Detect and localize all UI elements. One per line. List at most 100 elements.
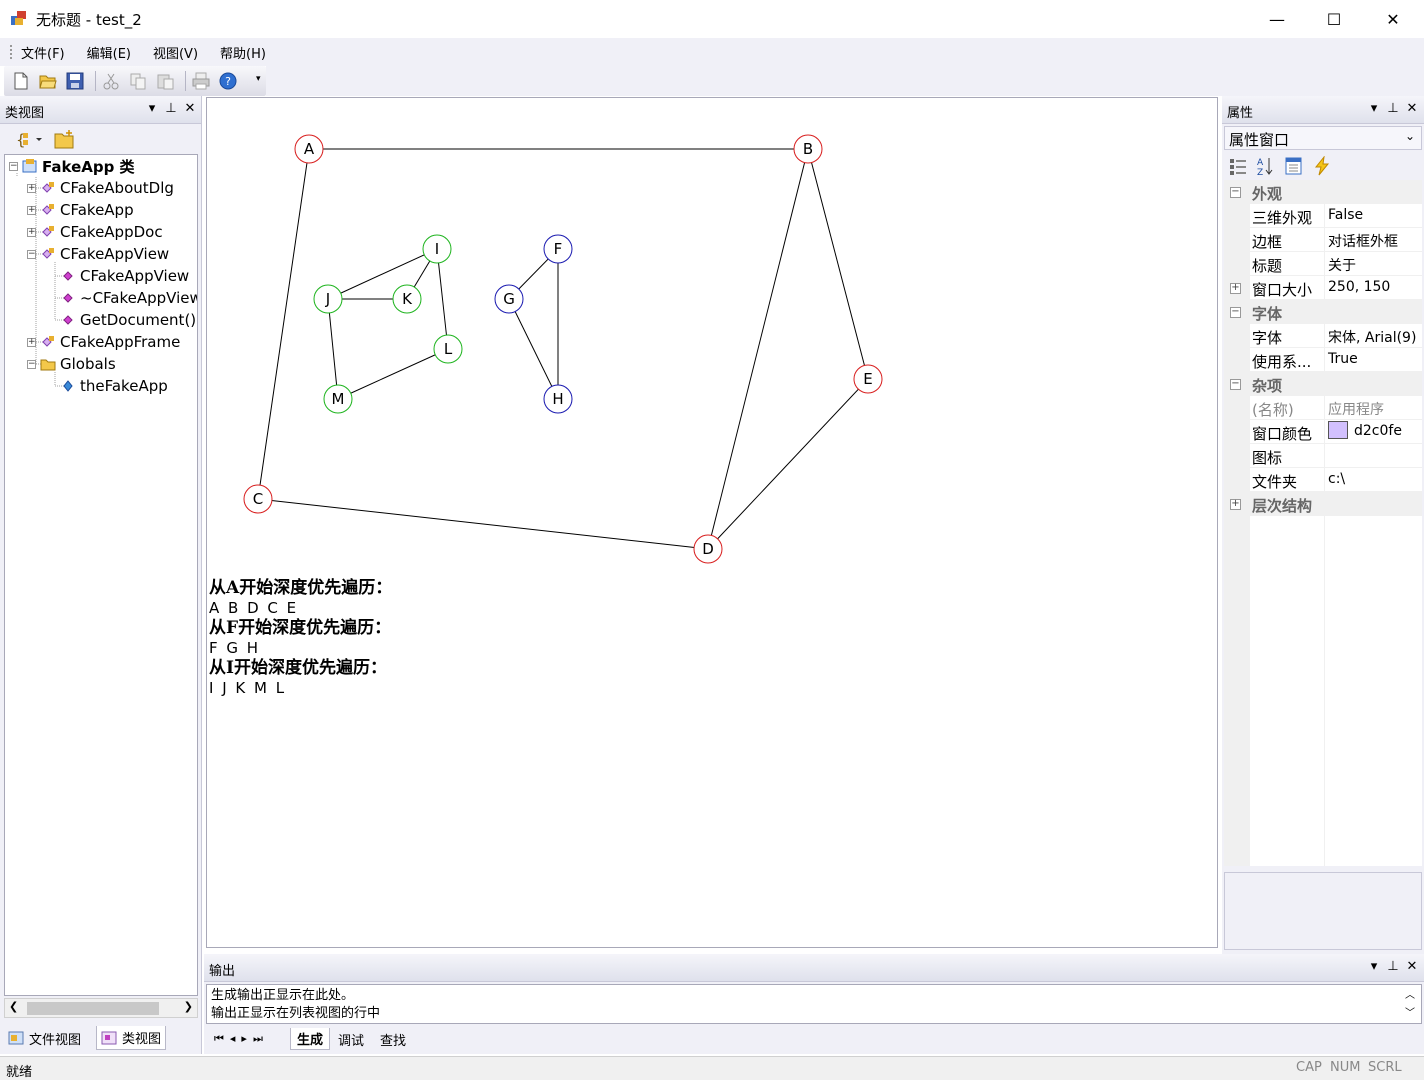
tree-item-label: CFakeAppDoc	[60, 223, 163, 241]
expand-icon[interactable]: +	[1230, 283, 1241, 294]
scroll-up-icon[interactable]: ︿	[1405, 987, 1415, 1005]
property-value[interactable]: 宋体, Arial(9)	[1328, 327, 1416, 347]
collapse-icon[interactable]: −	[1230, 187, 1241, 198]
property-row[interactable]: 文件夹 c:\	[1224, 468, 1422, 492]
tree-item[interactable]: − FakeApp 类	[9, 155, 135, 177]
tree-item[interactable]: + CFakeApp	[27, 199, 134, 221]
print-button[interactable]	[190, 70, 212, 92]
output-text[interactable]: 生成输出正显示在此处。 输出正显示在列表视图的行中 ︿ ﹀	[206, 984, 1422, 1024]
property-row[interactable]: 三维外观 False	[1224, 204, 1422, 228]
tree-item[interactable]: ~CFakeAppView	[47, 287, 197, 309]
output-title: 输出	[209, 964, 236, 979]
toolbar-overflow-icon[interactable]: ▾	[256, 74, 264, 88]
categorized-icon[interactable]	[1228, 156, 1248, 176]
tree-item[interactable]: theFakeApp	[47, 375, 168, 397]
property-category[interactable]: − 字体	[1224, 300, 1422, 324]
collapse-icon[interactable]: −	[1230, 379, 1241, 390]
collapse-icon[interactable]: −	[1230, 307, 1241, 318]
property-row[interactable]: 字体 宋体, Arial(9)	[1224, 324, 1422, 348]
tab-find[interactable]: 查找	[374, 1028, 412, 1050]
property-row[interactable]: 边框 对话框外框	[1224, 228, 1422, 252]
expand-icon[interactable]: +	[1230, 499, 1241, 510]
property-category[interactable]: + 层次结构	[1224, 492, 1422, 516]
document-view[interactable]: A B C D E F G H I J K L M 从A开始深度优先遍历： A B D C E 从F开始深度…	[206, 97, 1218, 948]
close-button[interactable]: ✕	[1364, 0, 1422, 38]
property-value[interactable]: 应用程序	[1328, 399, 1384, 419]
pane-close-icon[interactable]: ✕	[1404, 959, 1420, 974]
save-button[interactable]	[64, 70, 86, 92]
pane-menu-icon[interactable]: ▾	[1366, 959, 1382, 974]
property-category[interactable]: − 杂项	[1224, 372, 1422, 396]
collapse-icon[interactable]: −	[9, 161, 18, 171]
tree-item-label: CFakeAppFrame	[60, 333, 181, 351]
minimize-icon: —	[1269, 9, 1285, 29]
expand-icon[interactable]: +	[27, 227, 36, 237]
scroll-down-icon[interactable]: ﹀	[1405, 1005, 1415, 1023]
property-category[interactable]: − 外观	[1224, 180, 1422, 204]
collapse-icon[interactable]: −	[27, 249, 36, 259]
scroll-left-icon[interactable]: ❮	[9, 1000, 18, 1013]
property-value[interactable]: d2c0fe	[1328, 421, 1402, 439]
property-row[interactable]: 窗口颜色 d2c0fe	[1224, 420, 1422, 444]
maximize-button[interactable]: ☐	[1305, 0, 1363, 38]
open-folder-icon	[39, 75, 57, 89]
sort-icon[interactable]: {	[14, 130, 44, 148]
pane-close-icon[interactable]: ✕	[182, 101, 198, 116]
property-value[interactable]: False	[1328, 207, 1363, 223]
tab-file-view[interactable]: 文件视图	[4, 1026, 85, 1050]
menu-edit[interactable]: 编辑(E)	[83, 41, 135, 64]
property-value[interactable]: c:\	[1328, 471, 1345, 487]
pin-icon[interactable]: ⊥	[1385, 959, 1401, 974]
minimize-button[interactable]: —	[1248, 0, 1306, 38]
collapse-icon[interactable]: −	[27, 359, 36, 369]
pane-close-icon[interactable]: ✕	[1404, 101, 1420, 116]
property-name: 层次结构	[1252, 497, 1313, 515]
menu-help[interactable]: 帮助(H)	[216, 41, 270, 64]
property-value[interactable]: True	[1328, 351, 1358, 367]
new-file-button[interactable]	[10, 70, 32, 92]
events-icon[interactable]	[1312, 156, 1332, 176]
property-pages-icon[interactable]	[1284, 156, 1304, 176]
pane-menu-icon[interactable]: ▾	[1366, 101, 1382, 116]
tree-item[interactable]: + CFakeAppDoc	[27, 221, 163, 243]
menu-view[interactable]: 视图(V)	[149, 41, 202, 64]
property-value[interactable]: 250, 150	[1328, 279, 1390, 295]
tree-item[interactable]: + CFakeAppFrame	[27, 331, 180, 353]
property-row[interactable]: 使用系... True	[1224, 348, 1422, 372]
copy-button[interactable]	[127, 70, 149, 92]
tree-item[interactable]: − Globals	[27, 353, 116, 375]
expand-icon[interactable]: +	[27, 205, 36, 215]
property-value-text: 250, 150	[1328, 279, 1391, 295]
new-folder-icon[interactable]	[54, 129, 76, 149]
tab-build[interactable]: 生成	[290, 1028, 331, 1050]
tab-debug[interactable]: 调试	[332, 1028, 370, 1050]
property-row[interactable]: 标题 关于	[1224, 252, 1422, 276]
pane-menu-icon[interactable]: ▾	[144, 101, 160, 116]
open-button[interactable]	[37, 70, 59, 92]
tree-item[interactable]: − CFakeAppView	[27, 243, 169, 265]
property-row[interactable]: 图标	[1224, 444, 1422, 468]
paste-button[interactable]	[154, 70, 176, 92]
horizontal-scrollbar[interactable]: ❮ ❯	[4, 998, 198, 1018]
property-row[interactable]: + 窗口大小 250, 150	[1224, 276, 1422, 300]
property-value[interactable]: 关于	[1328, 255, 1356, 275]
tab-nav-icons[interactable]: ⏮◂▸⏭	[208, 1028, 275, 1050]
tree-item[interactable]: GetDocument()	[47, 309, 196, 331]
menu-file[interactable]: 文件(F)	[17, 41, 69, 64]
alphabetical-icon[interactable]: AZ	[1256, 156, 1276, 176]
help-button[interactable]: ?	[217, 70, 239, 92]
expand-icon[interactable]: +	[27, 183, 36, 193]
scrollbar-thumb[interactable]	[27, 1002, 159, 1015]
properties-object-select[interactable]: 属性窗口 ⌄	[1224, 126, 1422, 150]
pin-icon[interactable]: ⊥	[163, 101, 179, 116]
tree-item[interactable]: + CFakeAboutDlg	[27, 177, 174, 199]
tab-class-view[interactable]: 类视图	[96, 1026, 167, 1050]
class-view-title: 类视图	[5, 106, 45, 121]
property-row[interactable]: (名称) 应用程序	[1224, 396, 1422, 420]
cut-button[interactable]	[100, 70, 122, 92]
property-value[interactable]: 对话框外框	[1328, 231, 1398, 251]
tree-item[interactable]: CFakeAppView	[47, 265, 189, 287]
expand-icon[interactable]: +	[27, 337, 36, 347]
scroll-right-icon[interactable]: ❯	[184, 1000, 193, 1013]
pin-icon[interactable]: ⊥	[1385, 101, 1401, 116]
